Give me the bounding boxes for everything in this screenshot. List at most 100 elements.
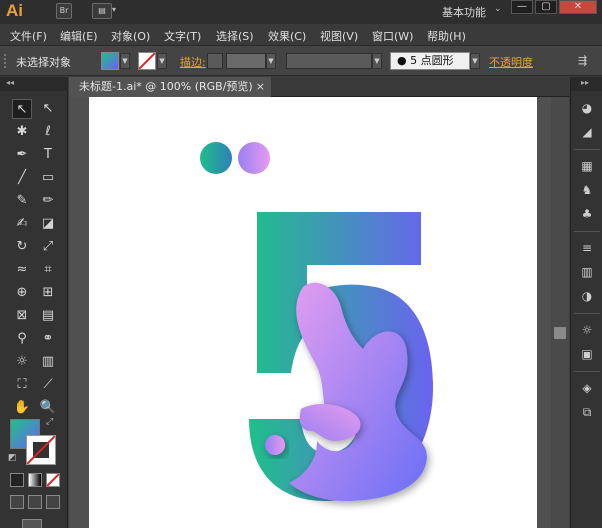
free-transform-tool-icon[interactable]: ⌗ xyxy=(38,260,58,280)
workspace-caret-icon[interactable]: ⌄ xyxy=(494,4,502,14)
small-dot[interactable] xyxy=(265,435,285,455)
type-tool-icon[interactable]: T xyxy=(38,145,58,165)
app-logo: Ai xyxy=(6,1,23,20)
minimize-button[interactable]: — xyxy=(511,0,533,14)
arrange-documents-icon[interactable]: ▤ xyxy=(92,3,112,19)
graphic-styles-icon[interactable]: ▣ xyxy=(578,345,596,363)
chevron-down-icon[interactable]: ▾ xyxy=(112,5,116,14)
no-stroke-icon xyxy=(139,53,155,69)
draw-inside-icon[interactable] xyxy=(46,495,60,509)
selection-tool-icon[interactable]: ↖ xyxy=(12,99,32,119)
menu-edit[interactable]: 编辑(E) xyxy=(60,28,98,44)
screen-mode-button[interactable] xyxy=(22,519,42,528)
menu-select[interactable]: 选择(S) xyxy=(216,28,254,44)
mesh-tool-icon[interactable]: ⊠ xyxy=(12,306,32,326)
direct-selection-tool-icon[interactable]: ↖ xyxy=(38,99,58,119)
none-icon[interactable] xyxy=(46,473,60,487)
no-stroke-icon xyxy=(27,436,55,464)
color-guide-icon[interactable]: ◢ xyxy=(578,123,596,141)
zoom-tool-icon[interactable]: 🔍 xyxy=(38,398,58,418)
pen-tool-icon[interactable]: ✒ xyxy=(12,145,32,165)
color-icon[interactable]: ◕ xyxy=(578,99,596,117)
stroke-weight-dropdown-icon[interactable]: ▼ xyxy=(266,53,276,69)
menu-help[interactable]: 帮助(H) xyxy=(427,28,466,44)
stroke-weight-input[interactable] xyxy=(226,53,266,69)
menu-object[interactable]: 对象(O) xyxy=(111,28,150,44)
control-bar-menu-icon[interactable]: ⇶ xyxy=(578,54,587,67)
stroke-icon[interactable]: ≡ xyxy=(578,239,596,257)
variable-width-profile[interactable] xyxy=(286,53,372,69)
rectangle-tool-icon[interactable]: ▭ xyxy=(38,168,58,188)
draw-normal-icon[interactable] xyxy=(10,495,24,509)
dot-left[interactable] xyxy=(200,142,232,174)
column-graph-tool-icon[interactable]: ▥ xyxy=(38,352,58,372)
maximize-button[interactable]: ▢ xyxy=(535,0,557,14)
width-profile-dropdown-icon[interactable]: ▼ xyxy=(372,53,382,69)
rotate-tool-icon[interactable]: ↻ xyxy=(12,237,32,257)
hand-tool-icon[interactable]: ✋ xyxy=(12,398,32,418)
eyedropper-tool-icon[interactable]: ⚲ xyxy=(12,329,32,349)
fill-swatch[interactable] xyxy=(101,52,119,70)
gradient-tool-icon[interactable]: ▤ xyxy=(38,306,58,326)
magic-wand-tool-icon[interactable]: ✱ xyxy=(12,122,32,142)
menu-window[interactable]: 窗口(W) xyxy=(372,28,413,44)
eraser-tool-icon[interactable]: ◪ xyxy=(38,214,58,234)
symbols-icon[interactable]: ♣ xyxy=(578,205,596,223)
stroke-weight-stepper[interactable] xyxy=(207,53,223,69)
workspace-switcher[interactable]: 基本功能 xyxy=(442,4,486,20)
slice-tool-icon[interactable]: ⟋ xyxy=(38,375,58,395)
control-bar-grip[interactable] xyxy=(4,54,8,68)
menu-file[interactable]: 文件(F) xyxy=(10,28,47,44)
gradient-icon[interactable] xyxy=(28,473,42,487)
stroke-dropdown-icon[interactable]: ▼ xyxy=(157,53,167,69)
layers-icon[interactable]: ◈ xyxy=(578,379,596,397)
document-tab[interactable]: 未标题-1.ai* @ 100% (RGB/预览) × xyxy=(69,77,271,97)
collapse-icon[interactable]: ▸▸ xyxy=(581,78,589,87)
blend-tool-icon[interactable]: ⚭ xyxy=(38,329,58,349)
brush-definition-label: 5 点圆形 xyxy=(410,54,454,67)
color-icon[interactable] xyxy=(10,473,24,487)
collapse-icon[interactable]: ◂◂ xyxy=(6,78,14,87)
draw-behind-icon[interactable] xyxy=(28,495,42,509)
default-fill-stroke-icon[interactable]: ◩ xyxy=(8,453,17,463)
opacity-label[interactable]: 不透明度 xyxy=(489,54,533,70)
lasso-tool-icon[interactable]: ℓ xyxy=(38,122,58,142)
line-tool-icon[interactable]: ╱ xyxy=(12,168,32,188)
menu-type[interactable]: 文字(T) xyxy=(164,28,201,44)
artboard[interactable] xyxy=(89,97,537,528)
close-window-button[interactable]: ✕ xyxy=(559,0,597,14)
width-tool-icon[interactable]: ≈ xyxy=(12,260,32,280)
brushes-icon[interactable]: ♞ xyxy=(578,181,596,199)
stroke-label[interactable]: 描边: xyxy=(180,54,206,70)
vertical-scrollbar[interactable] xyxy=(551,97,569,528)
scrollbar-thumb[interactable] xyxy=(554,327,566,339)
perspective-grid-tool-icon[interactable]: ⊞ xyxy=(38,283,58,303)
paintbrush-tool-icon[interactable]: ✎ xyxy=(12,191,32,211)
artboards-icon[interactable]: ⧉ xyxy=(578,403,596,421)
scale-tool-icon[interactable]: ⤢ xyxy=(38,237,58,257)
symbol-sprayer-tool-icon[interactable]: ☼ xyxy=(12,352,32,372)
shape-builder-tool-icon[interactable]: ⊕ xyxy=(12,283,32,303)
stroke-swatch[interactable] xyxy=(138,52,156,70)
appearance-icon[interactable]: ☼ xyxy=(578,321,596,339)
brush-dropdown-icon[interactable]: ▼ xyxy=(470,53,480,69)
blob-brush-tool-icon[interactable]: ✍ xyxy=(12,214,32,234)
panel-dock-header[interactable]: ▸▸ xyxy=(571,77,602,91)
artboard-tool-icon[interactable]: ⛶ xyxy=(12,375,32,395)
brush-definition-select[interactable]: ● 5 点圆形 xyxy=(390,52,470,70)
transparency-icon[interactable]: ◑ xyxy=(578,287,596,305)
pencil-tool-icon[interactable]: ✏ xyxy=(38,191,58,211)
dot-right[interactable] xyxy=(238,142,270,174)
swap-fill-stroke-icon[interactable]: ⤢ xyxy=(46,417,53,427)
menu-effect[interactable]: 效果(C) xyxy=(268,28,306,44)
gradient-icon[interactable]: ▥ xyxy=(578,263,596,281)
fill-dropdown-icon[interactable]: ▼ xyxy=(120,53,130,69)
tab-close-button[interactable]: × xyxy=(256,77,265,97)
tools-panel-header[interactable]: ◂◂ xyxy=(0,77,68,91)
artwork-canvas xyxy=(200,142,433,501)
swatches-icon[interactable]: ▦ xyxy=(578,157,596,175)
bridge-button[interactable]: Br xyxy=(56,3,72,19)
menu-view[interactable]: 视图(V) xyxy=(320,28,358,44)
stroke-color-box[interactable] xyxy=(26,435,56,465)
panel-separator xyxy=(574,149,600,150)
